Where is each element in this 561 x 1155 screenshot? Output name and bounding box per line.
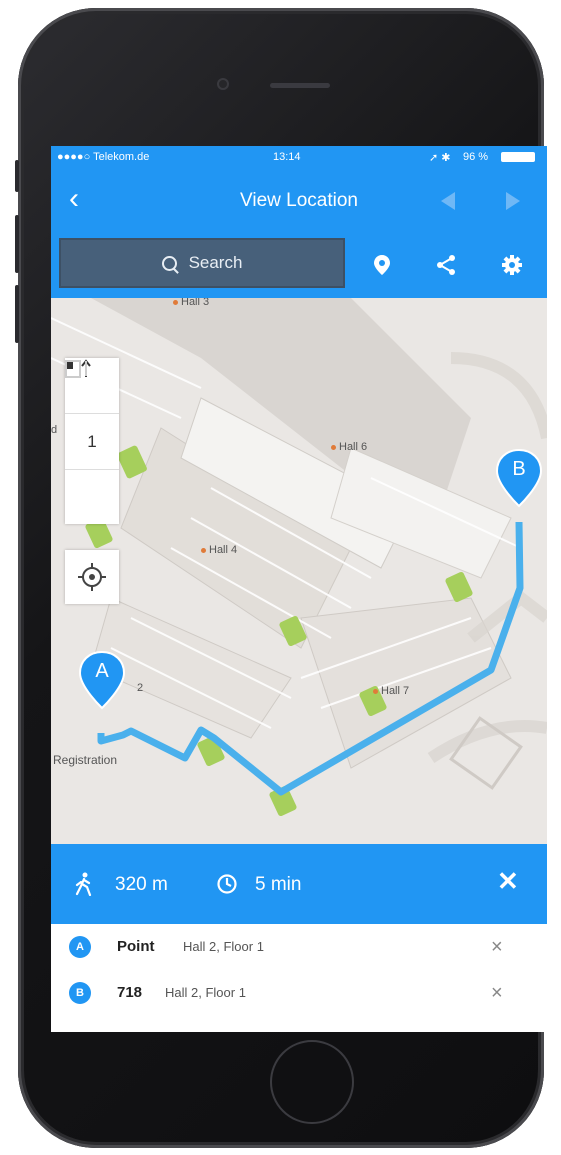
location-pin-icon[interactable] bbox=[371, 254, 393, 276]
volume-up-button bbox=[15, 215, 19, 273]
waypoint-item[interactable]: B 718 Hall 2, Floor 1 × bbox=[51, 972, 547, 1016]
remove-waypoint-button[interactable]: × bbox=[491, 936, 503, 959]
page-title: View Location bbox=[240, 190, 358, 211]
share-icon[interactable] bbox=[435, 254, 457, 276]
crosshair-icon bbox=[78, 563, 106, 591]
waypoint-name: Point bbox=[117, 938, 155, 955]
battery-icon bbox=[501, 152, 535, 162]
route-summary-bar: 320 m 5 min ✕ bbox=[51, 844, 547, 924]
waypoint-name: 718 bbox=[117, 984, 143, 1001]
pin-b-label: B bbox=[512, 458, 526, 480]
clock-label: 13:14 bbox=[273, 151, 301, 163]
waypoint-list: A Point Hall 2, Floor 1 × B 718 Hall 2, … bbox=[51, 924, 547, 1032]
end-pin-b[interactable]: B bbox=[494, 448, 544, 510]
close-route-button[interactable]: ✕ bbox=[497, 866, 519, 897]
waypoint-location: Hall 2, Floor 1 bbox=[183, 939, 264, 954]
map-label-2: 2 bbox=[137, 682, 144, 694]
mute-switch bbox=[15, 160, 19, 192]
floor-down-icon bbox=[65, 360, 87, 378]
map-label-hall6: Hall 6 bbox=[331, 441, 367, 453]
search-button[interactable]: Search bbox=[59, 238, 345, 288]
volume-down-button bbox=[15, 285, 19, 343]
route-time: 5 min bbox=[255, 874, 302, 895]
location-bluetooth-icon: ➚ ✱ bbox=[429, 152, 451, 164]
map-label-d: d bbox=[51, 424, 58, 436]
battery-label: 96 % bbox=[463, 151, 489, 163]
map-canvas bbox=[51, 298, 547, 844]
search-label: Search bbox=[188, 253, 243, 272]
next-arrow-icon[interactable] bbox=[506, 192, 520, 210]
walking-icon bbox=[75, 872, 92, 896]
earpiece-speaker bbox=[270, 83, 330, 88]
front-camera bbox=[217, 78, 229, 90]
current-floor-label: 1 bbox=[65, 414, 119, 470]
start-pin-a[interactable]: A bbox=[77, 650, 127, 712]
settings-gear-icon[interactable] bbox=[501, 254, 523, 276]
map-label-hall3: Hall 3 bbox=[173, 298, 209, 308]
route-distance: 320 m bbox=[115, 874, 168, 895]
waypoint-badge: B bbox=[69, 982, 91, 1004]
search-icon bbox=[161, 255, 177, 271]
app-screen: ●●●●○ Telekom.de 13:14 ➚ ✱ 96 % ‹ View L… bbox=[51, 146, 547, 1032]
status-bar: ●●●●○ Telekom.de 13:14 ➚ ✱ 96 % bbox=[51, 146, 547, 168]
previous-arrow-icon[interactable] bbox=[441, 192, 455, 210]
indoor-map[interactable]: Hall 3 Hall 6 Hall 4 Hall 7 Registration… bbox=[51, 298, 547, 844]
waypoint-location: Hall 2, Floor 1 bbox=[165, 985, 246, 1000]
clock-icon bbox=[217, 874, 237, 894]
floor-down-button[interactable] bbox=[65, 360, 119, 525]
my-location-button[interactable] bbox=[65, 550, 119, 604]
floor-selector: 1 bbox=[65, 358, 119, 524]
pin-a-label: A bbox=[95, 660, 109, 682]
waypoint-badge: A bbox=[69, 936, 91, 958]
nav-bar: ‹ View Location bbox=[51, 168, 547, 232]
toolbar: Search bbox=[51, 232, 547, 298]
map-label-hall4: Hall 4 bbox=[201, 544, 237, 556]
waypoint-item[interactable]: A Point Hall 2, Floor 1 × bbox=[51, 926, 547, 970]
home-button[interactable] bbox=[270, 1040, 354, 1124]
carrier-label: ●●●●○ Telekom.de bbox=[57, 151, 150, 163]
map-label-registration: Registration bbox=[53, 753, 118, 767]
remove-waypoint-button[interactable]: × bbox=[491, 982, 503, 1005]
map-label-hall7: Hall 7 bbox=[373, 685, 409, 697]
